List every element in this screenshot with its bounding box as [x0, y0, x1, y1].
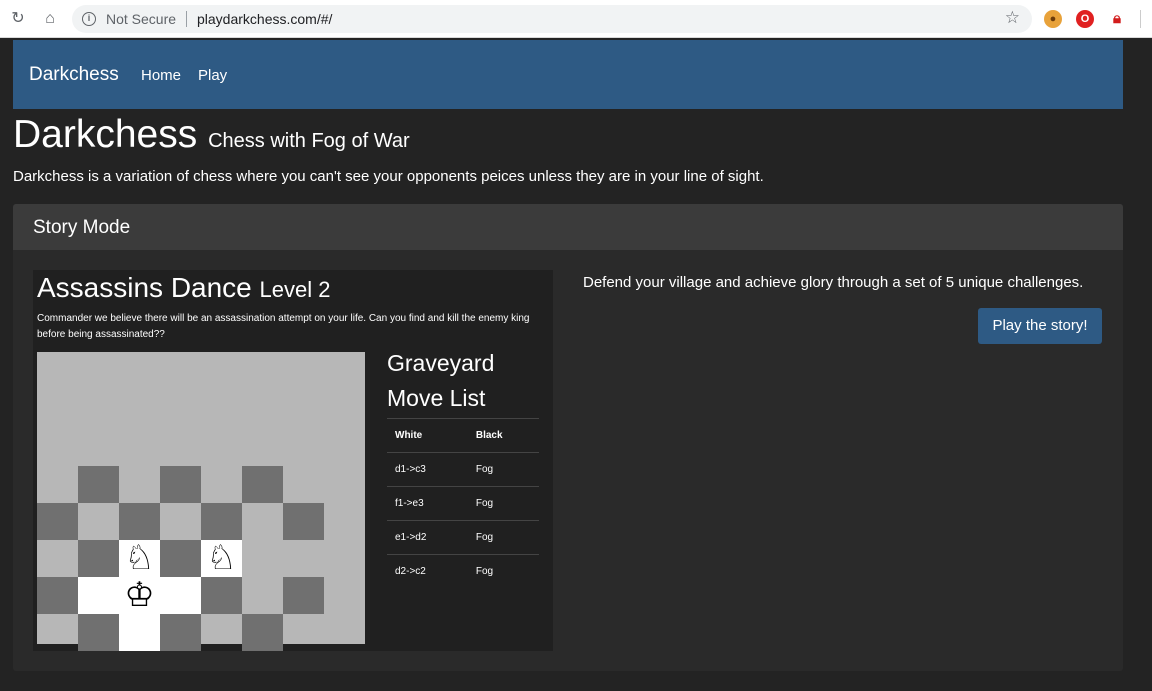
board-square[interactable] — [160, 540, 201, 577]
level-title: Assassins Dance Level 2 — [37, 272, 331, 304]
site-navbar: Darkchess Home Play — [13, 40, 1123, 109]
level-panel: Assassins Dance Level 2 Commander we bel… — [33, 270, 553, 651]
chess-board[interactable]: ♘ ♘ ♔ — [37, 352, 365, 651]
move-black: Fog — [467, 486, 539, 521]
move-black: Fog — [467, 520, 539, 555]
play-story-button[interactable]: Play the story! — [978, 308, 1102, 344]
table-row: d2->c2 Fog — [387, 554, 539, 589]
board-square[interactable] — [160, 577, 201, 614]
card-title: Story Mode — [33, 217, 131, 238]
column-header-black: Black — [467, 418, 539, 453]
board-square[interactable] — [201, 503, 242, 540]
move-black: Fog — [467, 554, 539, 589]
column-header-white: White — [387, 418, 468, 453]
table-row: e1->d2 Fog — [387, 520, 539, 555]
card-header: Story Mode — [13, 204, 1123, 250]
board-square[interactable] — [283, 577, 324, 614]
move-white: e1->d2 — [387, 520, 468, 555]
browser-toolbar: ↻ ⌂ i Not Secure playdarkchess.com/#/ ☆ … — [0, 0, 1152, 38]
board-square[interactable] — [37, 503, 78, 540]
board-square[interactable] — [37, 577, 78, 614]
board-square[interactable] — [160, 466, 201, 503]
move-list-table: White Black d1->c3 Fog f1->e3 Fog e1->d2 — [387, 418, 539, 589]
board-square[interactable] — [201, 577, 242, 614]
movelist-title: Move List — [387, 385, 486, 411]
info-icon[interactable]: i — [82, 12, 96, 26]
white-king-piece[interactable]: ♔ — [119, 577, 160, 614]
address-bar[interactable]: i Not Secure playdarkchess.com/#/ ☆ — [72, 5, 1032, 33]
move-white: d2->c2 — [387, 554, 468, 589]
board-square[interactable] — [242, 466, 283, 503]
story-mode-card: Story Mode Assassins Dance Level 2 Comma… — [13, 204, 1123, 671]
lock-extension-icon[interactable]: 🔒︎ — [1108, 10, 1126, 28]
graveyard-title: Graveyard — [387, 350, 495, 376]
level-name: Assassins Dance — [37, 272, 252, 303]
table-header-row: White Black — [387, 418, 539, 453]
home-icon[interactable]: ⌂ — [40, 9, 60, 29]
board-square[interactable] — [242, 614, 283, 651]
board-square[interactable] — [78, 577, 119, 614]
level-number: Level 2 — [259, 277, 331, 302]
nav-link-home[interactable]: Home — [141, 67, 181, 84]
board-square[interactable] — [78, 540, 119, 577]
board-square[interactable] — [119, 614, 160, 651]
table-row: d1->c3 Fog — [387, 452, 539, 487]
toolbar-divider — [1140, 10, 1141, 28]
bookmark-star-icon[interactable]: ☆ — [1005, 8, 1020, 28]
cookie-extension-icon[interactable]: ● — [1044, 10, 1062, 28]
page-title: Darkchess Chess with Fog of War — [13, 113, 410, 157]
adblock-extension-icon[interactable]: O — [1076, 10, 1094, 28]
side-panel: Graveyard Move List White Black d1->c3 F… — [387, 350, 539, 589]
white-knight-piece[interactable]: ♘ — [201, 540, 242, 577]
white-knight-piece[interactable]: ♘ — [119, 540, 160, 577]
page-title-text: Darkchess — [13, 113, 198, 156]
nav-link-play[interactable]: Play — [198, 67, 227, 84]
board-square[interactable] — [78, 614, 119, 651]
move-white: f1->e3 — [387, 486, 468, 521]
move-black: Fog — [467, 452, 539, 487]
address-separator — [186, 11, 187, 27]
story-promo-text: Defend your village and achieve glory th… — [583, 274, 1084, 291]
page-subtitle: Chess with Fog of War — [208, 130, 410, 152]
table-row: f1->e3 Fog — [387, 486, 539, 521]
url-text[interactable]: playdarkchess.com/#/ — [197, 11, 332, 27]
board-square[interactable] — [78, 466, 119, 503]
reload-icon[interactable]: ↻ — [8, 9, 28, 29]
level-description: Commander we believe there will be an as… — [37, 313, 530, 340]
security-label[interactable]: Not Secure — [106, 11, 176, 27]
move-white: d1->c3 — [387, 452, 468, 487]
board-square[interactable] — [283, 503, 324, 540]
intro-text: Darkchess is a variation of chess where … — [13, 168, 764, 185]
navbar-brand[interactable]: Darkchess — [29, 64, 119, 86]
board-square[interactable] — [119, 503, 160, 540]
board-square[interactable] — [160, 614, 201, 651]
